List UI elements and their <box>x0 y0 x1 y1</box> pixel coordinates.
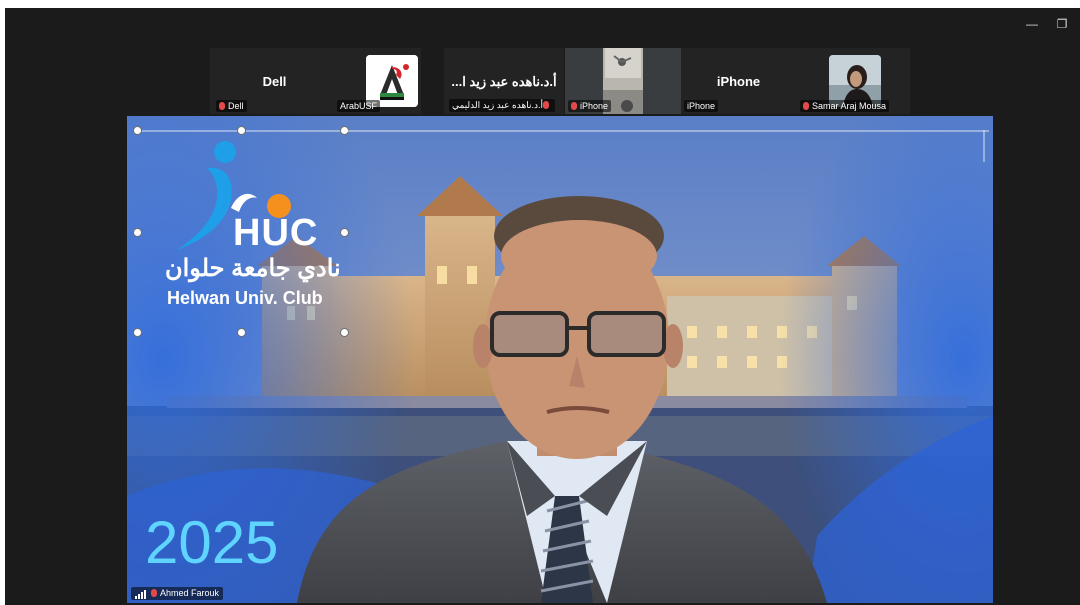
resize-handle[interactable] <box>133 328 142 337</box>
participant-strip: Dell Dell ArabUSF ...أ.د.ناهده عبد زيد ا… <box>210 48 910 114</box>
mic-muted-icon <box>219 102 225 110</box>
participant-tile-iphone[interactable]: iPhone iPhone <box>681 48 796 114</box>
participant-tile-arabic[interactable]: ...أ.د.ناهده عبد زيد ا أ.د.ناهده عبد زيد… <box>444 48 564 114</box>
meeting-window: — ❐ Dell Dell ArabUSF ...أ.د.ناهده عبد ز… <box>5 8 1080 605</box>
participant-name: أ.د.ناهده عبد زيد الدليمي <box>452 100 543 110</box>
mic-muted-icon <box>151 589 157 597</box>
participant-name: iPhone <box>687 101 716 111</box>
participant-name: Samar Araj Mousa <box>812 101 887 111</box>
signal-strength-icon <box>135 589 147 599</box>
restore-button[interactable]: ❐ <box>1051 14 1073 34</box>
mic-muted-icon <box>542 101 549 109</box>
participant-label: Samar Araj Mousa <box>800 100 890 112</box>
resize-handle[interactable] <box>237 126 246 135</box>
speaker-video <box>297 196 827 603</box>
participant-label: iPhone <box>568 100 612 112</box>
main-video-stage[interactable]: HUC نادي جامعة حلوان Helwan Univ. Club 2… <box>127 116 993 603</box>
speaker-name-tag: Ahmed Farouk <box>131 587 224 600</box>
title-bar: — ❐ <box>5 8 1080 40</box>
participant-tile-dell[interactable]: Dell Dell <box>210 48 339 114</box>
participant-label: iPhone <box>684 100 719 112</box>
mic-muted-icon <box>571 102 577 110</box>
speaker-name: Ahmed Farouk <box>160 588 220 598</box>
participant-tile-samar[interactable]: Samar Araj Mousa <box>796 48 910 114</box>
participant-name: Dell <box>228 101 244 111</box>
participant-tile-arabusf[interactable]: ArabUSF <box>333 48 421 114</box>
slide-frame <box>347 130 989 132</box>
participant-name: iPhone <box>580 101 609 111</box>
tile-name: ...أ.د.ناهده عبد زيد ا <box>451 74 557 89</box>
participant-label: Dell <box>216 100 247 112</box>
participant-label: أ.د.ناهده عبد زيد الدليمي <box>449 99 555 112</box>
minimize-button[interactable]: — <box>1021 14 1043 34</box>
resize-handle[interactable] <box>133 228 142 237</box>
resize-handle[interactable] <box>237 328 246 337</box>
participant-name: ArabUSF <box>340 101 378 111</box>
resize-handle[interactable] <box>340 228 349 237</box>
resize-handle[interactable] <box>133 126 142 135</box>
tile-name: Dell <box>262 74 287 89</box>
mic-muted-icon <box>803 102 809 110</box>
participant-tile-iphone-video[interactable]: iPhone <box>565 48 681 114</box>
resize-handle[interactable] <box>340 328 349 337</box>
tile-name: iPhone <box>716 74 761 89</box>
slide-frame <box>983 130 985 162</box>
participant-label: ArabUSF <box>337 100 381 112</box>
